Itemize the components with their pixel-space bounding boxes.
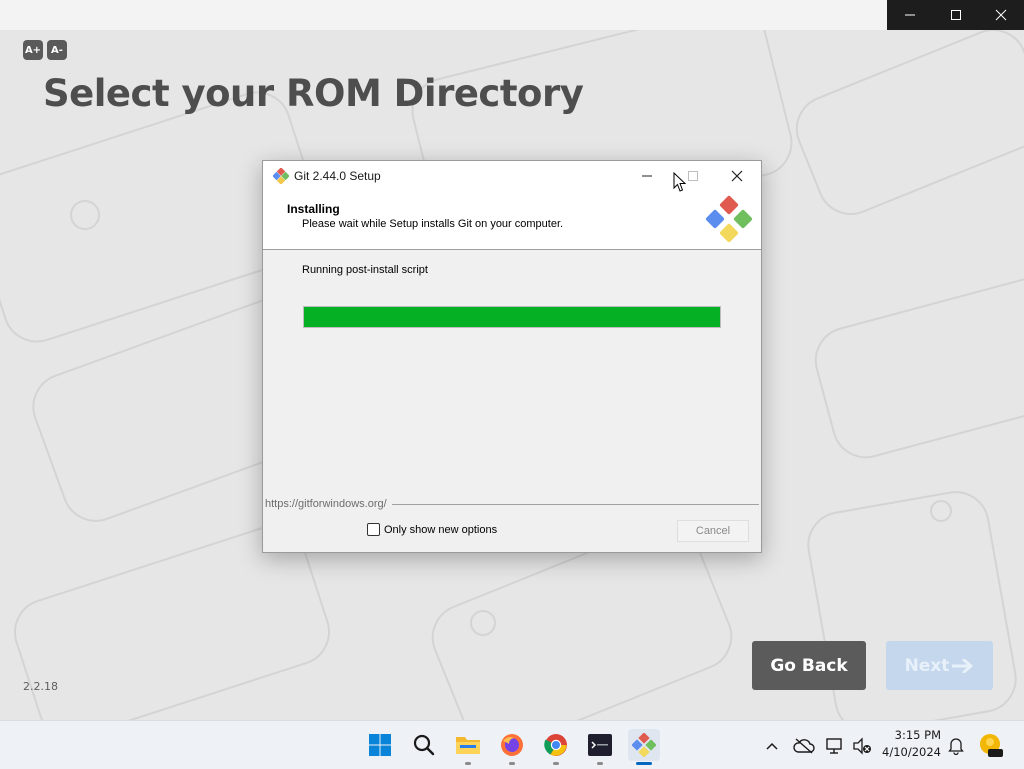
version-label: 2.2.18 [23,680,58,693]
active-window-indicator [636,762,652,765]
font-increase-button[interactable]: A+ [23,40,43,60]
step-title: Installing [287,202,340,216]
running-indicator [465,762,471,765]
taskbar-firefox[interactable] [496,729,528,765]
running-indicator [553,762,559,765]
branding-url: https://gitforwindows.org/ [265,498,387,510]
next-button-label: Next [904,655,950,676]
start-button[interactable] [364,729,396,761]
network-tray-button[interactable] [825,735,847,757]
folder-icon [456,737,480,754]
volume-tray-button[interactable] [851,735,873,757]
git-icon [273,168,289,184]
show-hidden-icons-button[interactable] [761,735,783,757]
window-caption-buttons [887,0,1024,30]
background-handheld-outline [807,268,1024,466]
dialog-close-button[interactable] [723,164,751,188]
window-minimize-button[interactable] [887,0,933,30]
network-disconnected-icon [826,738,842,754]
close-icon [731,170,743,182]
dialog-minimize-button[interactable] [633,164,661,188]
dialog-title: Git 2.44.0 Setup [294,169,381,183]
copilot-icon [980,734,1003,757]
taskbar-file-explorer[interactable] [452,729,484,765]
next-button[interactable]: Next [886,641,993,690]
running-indicator [597,762,603,765]
only-show-new-options-checkbox[interactable]: Only show new options [367,523,497,536]
copilot-preview-button[interactable] [978,732,1004,758]
minimize-icon [904,14,915,16]
branding-row: https://gitforwindows.org/ [265,498,759,510]
chevron-up-icon [766,742,778,750]
minimize-icon [642,175,652,177]
git-icon [632,733,656,757]
taskbar-chrome[interactable] [540,729,572,765]
taskbar: 3:15 PM 4/10/2024 [0,720,1024,769]
page-title: Select your ROM Directory [43,72,584,115]
firefox-icon [501,734,523,756]
background-button-outline [70,200,100,230]
branding-divider [391,503,759,505]
taskbar-terminal[interactable] [584,729,616,765]
taskbar-clock[interactable]: 3:15 PM 4/10/2024 [880,727,941,761]
chrome-icon [544,734,567,756]
bell-icon [948,738,964,755]
arrow-right-icon [952,658,973,673]
git-setup-dialog: Git 2.44.0 Setup Installing Please wait … [262,160,762,553]
background-button-outline [930,500,952,522]
checkbox-box[interactable] [367,523,380,536]
taskbar-git-setup[interactable] [628,729,660,765]
close-icon [995,9,1007,21]
checkbox-label: Only show new options [384,523,498,536]
clock-time: 3:15 PM [894,728,941,742]
onedrive-tray-button[interactable] [793,735,815,757]
cloud-offline-icon [793,738,815,754]
mouse-pointer-icon [673,172,687,192]
install-progress-bar [303,306,721,328]
font-decrease-button[interactable]: A- [47,40,67,60]
window-close-button[interactable] [978,0,1024,30]
install-status-text: Running post-install script [302,264,428,276]
step-description: Please wait while Setup installs Git on … [302,218,564,230]
go-back-button[interactable]: Go Back [752,641,866,690]
taskbar-search-button[interactable] [408,729,440,761]
speaker-muted-icon [853,737,871,755]
progress-fill [304,307,720,327]
git-logo-icon [705,195,753,243]
search-icon [413,734,435,756]
notifications-button[interactable] [945,735,967,757]
dialog-header: Installing Please wait while Setup insta… [263,191,761,250]
maximize-icon [950,10,961,20]
terminal-icon [588,734,612,756]
clock-date: 4/10/2024 [882,745,941,759]
title-strip [0,0,887,30]
background-handheld-outline [785,18,1024,226]
running-indicator [509,762,515,765]
windows-logo-icon [369,734,391,756]
background-button-outline [470,610,496,636]
window-maximize-button[interactable] [933,0,979,30]
cancel-button[interactable]: Cancel [677,520,749,542]
